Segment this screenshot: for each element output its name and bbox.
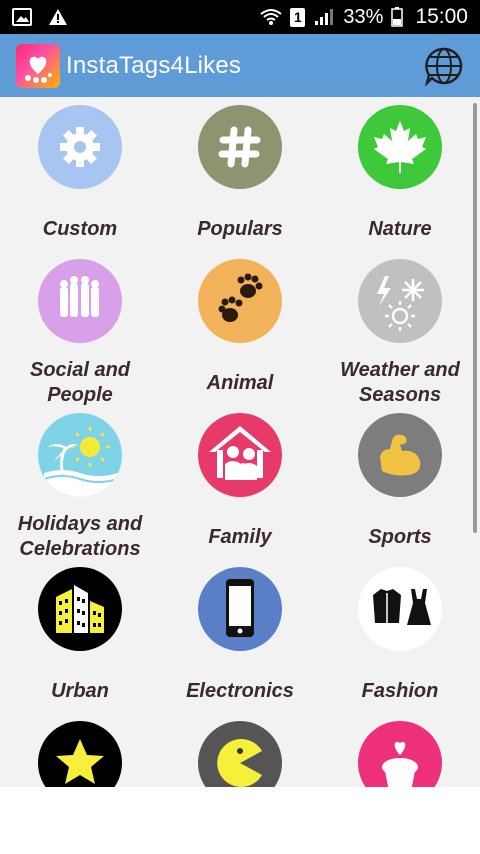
cupcake-icon (358, 721, 442, 787)
people-icon (38, 259, 122, 343)
gear-icon (38, 105, 122, 189)
category-fashion[interactable]: Fashion (320, 567, 480, 721)
scrollbar[interactable] (473, 103, 477, 533)
category-games[interactable] (160, 721, 320, 787)
clock: 15:00 (415, 5, 468, 28)
clothes-icon (358, 567, 442, 651)
star-icon (38, 721, 122, 787)
phone-icon (198, 567, 282, 651)
category-grid-area[interactable]: Custom Populars Nature Social and People… (0, 97, 480, 787)
category-label: Social and People (29, 359, 131, 406)
language-button[interactable] (424, 46, 464, 87)
app-logo (16, 43, 60, 88)
buildings-icon (38, 567, 122, 651)
category-label: Nature (368, 217, 432, 240)
warning-icon (49, 9, 67, 25)
category-label: Populars (197, 217, 283, 240)
category-nature[interactable]: Nature (320, 105, 480, 259)
sim-slot-badge: 1 (290, 7, 306, 27)
category-animal[interactable]: Animal (160, 259, 320, 413)
paw-icon (198, 259, 282, 343)
category-social-and-people[interactable]: Social and People (0, 259, 160, 413)
weather-icon (358, 259, 442, 343)
category-label: Holidays and Celebrations (17, 513, 143, 560)
category-label: Electronics (186, 679, 294, 702)
category-label: Custom (42, 217, 118, 240)
gallery-notification-icon (12, 8, 32, 26)
family-house-icon (198, 413, 282, 497)
category-populars[interactable]: Populars (160, 105, 320, 259)
app-bar: InstaTags4Likes (0, 34, 480, 97)
category-star[interactable] (0, 721, 160, 787)
globe-chat-icon (424, 47, 463, 87)
wifi-icon (260, 9, 283, 25)
category-electronics[interactable]: Electronics (160, 567, 320, 721)
hashtag-icon (198, 105, 282, 189)
category-label: Weather and Seasons (340, 359, 460, 406)
category-family[interactable]: Family (160, 413, 320, 567)
status-bar: 1 33% 15:00 (0, 0, 480, 34)
category-food[interactable] (320, 721, 480, 787)
category-label: Fashion (361, 679, 439, 702)
app-title: InstaTags4Likes (66, 51, 242, 79)
category-label: Family (208, 525, 272, 548)
muscle-arm-icon (358, 413, 442, 497)
category-custom[interactable]: Custom (0, 105, 160, 259)
category-holidays-and-celebrations[interactable]: Holidays and Celebrations (0, 413, 160, 567)
maple-leaf-icon (358, 105, 442, 189)
cell-signal-icon (315, 9, 334, 25)
category-urban[interactable]: Urban (0, 567, 160, 721)
category-sports[interactable]: Sports (320, 413, 480, 567)
category-label: Urban (51, 679, 109, 702)
pacman-icon (198, 721, 282, 787)
battery-percent: 33% (343, 5, 384, 28)
category-label: Sports (368, 525, 432, 548)
category-weather-and-seasons[interactable]: Weather and Seasons (320, 259, 480, 413)
bottom-area (0, 787, 480, 854)
battery-icon (391, 7, 404, 27)
category-grid: Custom Populars Nature Social and People… (0, 105, 480, 787)
beach-icon (38, 413, 122, 497)
category-label: Animal (206, 371, 274, 394)
